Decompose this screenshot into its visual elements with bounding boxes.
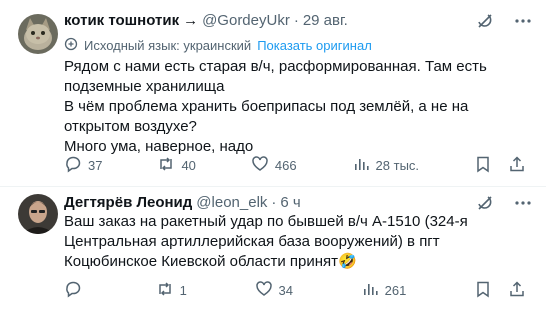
like-count: 34 bbox=[278, 283, 293, 298]
avatar[interactable] bbox=[18, 194, 58, 234]
reply-icon bbox=[64, 155, 82, 176]
views-count: 261 bbox=[384, 283, 407, 298]
retweet-button[interactable]: 40 bbox=[157, 155, 196, 176]
reply-count: 37 bbox=[88, 158, 103, 173]
author-handle[interactable]: @leon_elk bbox=[196, 194, 267, 211]
timestamp[interactable]: 6 ч bbox=[280, 194, 300, 211]
like-count: 466 bbox=[274, 158, 297, 173]
tweet[interactable]: котик тошнотик → @GordeyUkr · 29 авг. Ис… bbox=[0, 0, 546, 186]
grok-icon[interactable] bbox=[476, 12, 494, 35]
tweet-text: Рядом с нами есть старая в/ч, расформиро… bbox=[64, 57, 524, 157]
more-icon[interactable] bbox=[514, 12, 532, 35]
translate-icon bbox=[64, 37, 78, 54]
tweet-header: Дегтярёв Леонид @leon_elk · 6 ч bbox=[64, 194, 301, 211]
separator-dot: · bbox=[293, 12, 299, 29]
reply-icon bbox=[64, 280, 82, 301]
show-original-link[interactable]: Показать оригинал bbox=[257, 38, 372, 53]
secondary-actions bbox=[474, 155, 526, 176]
reply-button[interactable]: 37 bbox=[64, 155, 102, 176]
secondary-actions bbox=[474, 280, 526, 301]
tweet-header: котик тошнотик → @GordeyUkr · 29 авг. bbox=[64, 12, 348, 29]
retweet-count: 1 bbox=[179, 283, 187, 298]
share-icon[interactable] bbox=[508, 280, 526, 301]
tweet[interactable]: Дегтярёв Леонид @leon_elk · 6 ч Ваш зака… bbox=[0, 186, 546, 314]
heart-icon bbox=[255, 280, 273, 301]
heart-icon bbox=[251, 155, 269, 176]
bookmark-icon[interactable] bbox=[474, 280, 492, 301]
tweet-text: Ваш заказ на ракетный удар по бывшей в/ч… bbox=[64, 212, 534, 272]
retweet-icon bbox=[157, 155, 175, 176]
author-name[interactable]: котик тошнотик bbox=[64, 12, 179, 29]
tweet-text-line: Рядом с нами есть старая в/ч, расформиро… bbox=[64, 58, 487, 95]
views-count: 28 тыс. bbox=[375, 158, 420, 173]
separator-dot: · bbox=[271, 194, 277, 211]
retweet-button[interactable]: 1 bbox=[156, 280, 187, 301]
views-button[interactable]: 261 bbox=[361, 280, 407, 301]
tweet-text-body: Ваш заказ на ракетный удар по бывшей в/ч… bbox=[64, 213, 468, 270]
tweet-actions: 37 40 466 28 тыс. bbox=[64, 155, 526, 176]
author-name[interactable]: Дегтярёв Леонид bbox=[64, 194, 192, 211]
arrow: → bbox=[183, 12, 199, 29]
avatar[interactable] bbox=[18, 14, 58, 54]
like-button[interactable]: 466 bbox=[251, 155, 297, 176]
bookmark-icon[interactable] bbox=[474, 155, 492, 176]
retweet-icon bbox=[156, 280, 174, 301]
tweet-actions: 1 34 261 bbox=[64, 280, 526, 301]
tweet-text-line: Много ума, наверное, надо bbox=[64, 138, 254, 155]
retweet-count: 40 bbox=[181, 158, 196, 173]
translation-source: Исходный язык: украинский bbox=[84, 38, 252, 53]
tweet-text-line: В чём проблема хранить боеприпасы под зе… bbox=[64, 98, 469, 135]
reply-button[interactable] bbox=[64, 280, 88, 301]
views-icon bbox=[361, 280, 379, 301]
views-icon bbox=[352, 155, 370, 176]
translation-note: Исходный язык: украинский Показать ориги… bbox=[64, 37, 372, 54]
timestamp[interactable]: 29 авг. bbox=[303, 12, 348, 29]
views-button[interactable]: 28 тыс. bbox=[352, 155, 419, 176]
share-icon[interactable] bbox=[508, 155, 526, 176]
like-button[interactable]: 34 bbox=[255, 280, 293, 301]
author-handle[interactable]: @GordeyUkr bbox=[202, 12, 290, 29]
tweet-top-actions bbox=[476, 12, 532, 35]
